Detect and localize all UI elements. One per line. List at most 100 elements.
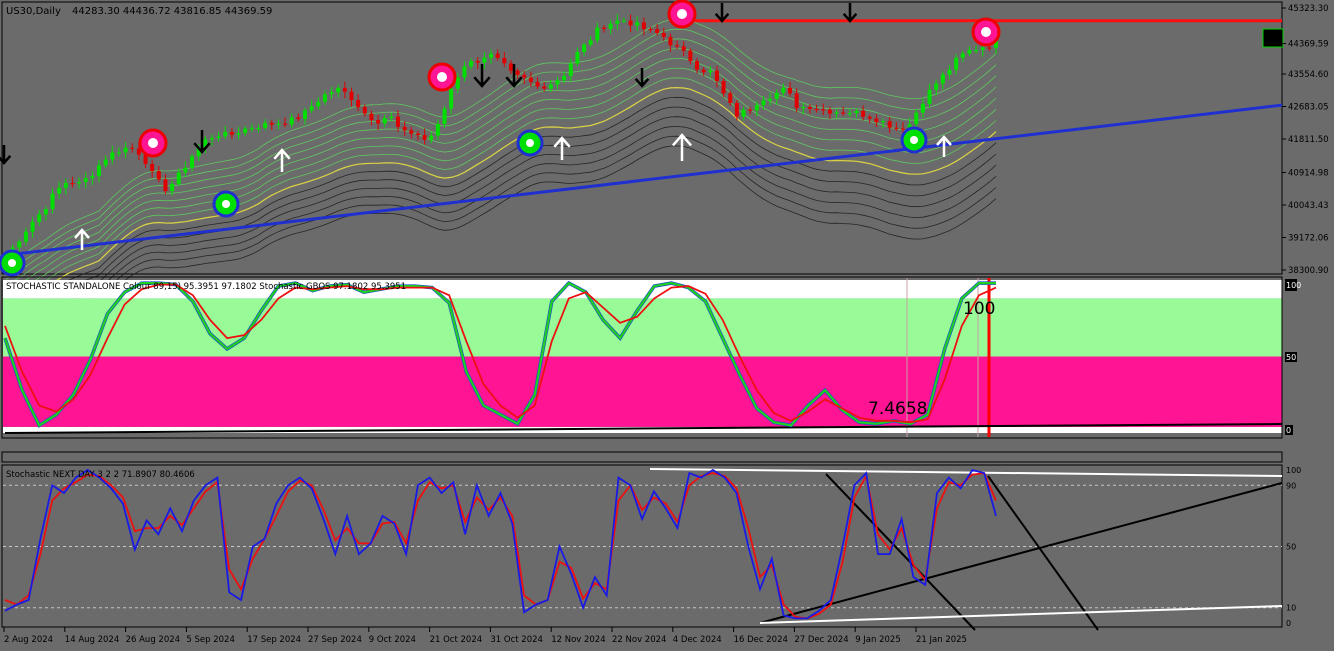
candle-body <box>110 152 115 160</box>
candle-body <box>276 123 281 125</box>
candle-body <box>601 27 606 30</box>
candle-body <box>807 106 812 109</box>
date-tick-label: 27 Dec 2024 <box>794 635 848 645</box>
candle-body <box>296 117 301 120</box>
candle-body <box>741 109 746 117</box>
candle-body <box>920 103 925 113</box>
candle-body <box>628 20 633 26</box>
candle-body <box>170 183 175 192</box>
candle-body <box>635 22 640 26</box>
candle-body <box>987 47 992 49</box>
candle-body <box>256 127 261 130</box>
candle-body <box>229 131 234 135</box>
candle-body <box>701 69 706 73</box>
date-tick-label: 12 Nov 2024 <box>551 635 605 645</box>
candle-body <box>163 179 168 192</box>
candle-body <box>302 110 307 120</box>
next-day-title: Stochastic NEXT DAY 3 2 2 71.8907 80.460… <box>6 470 195 480</box>
candle-body <box>63 182 68 188</box>
candle-body <box>502 58 507 64</box>
candle-body <box>289 117 294 125</box>
pane-separator[interactable] <box>1 451 1283 463</box>
date-tick-label: 9 Oct 2024 <box>369 635 416 645</box>
price-tick-label: 38300.90 <box>1288 266 1329 276</box>
price-tick-label: 44369.59 <box>1288 40 1329 50</box>
date-tick-label: 21 Oct 2024 <box>430 635 483 645</box>
candle-body <box>788 87 793 94</box>
candle-body <box>422 135 427 140</box>
stochastic-zone <box>3 356 1282 427</box>
candle-body <box>329 92 334 95</box>
candle-body <box>595 27 600 41</box>
candle-body <box>947 69 952 75</box>
candle-body <box>50 193 55 210</box>
candle-body <box>70 182 75 185</box>
date-tick-label: 9 Jan 2025 <box>855 635 901 645</box>
candle-body <box>781 87 786 93</box>
stochastic-standalone-pane[interactable]: STOCHASTIC STANDALONE Colour 89,15) 95.3… <box>1 276 1301 439</box>
buy-signal-core <box>526 139 534 147</box>
candle-body <box>681 46 686 51</box>
candle-body <box>356 100 361 108</box>
candle-body <box>967 50 972 54</box>
candle-body <box>482 57 487 63</box>
candle-body <box>867 116 872 119</box>
candle-body <box>827 109 832 114</box>
candle-body <box>874 118 879 123</box>
candle-body <box>688 50 693 62</box>
candle-body <box>249 128 254 130</box>
date-tick-label: 2 Aug 2024 <box>4 635 53 645</box>
next-day-axis-label: 10 <box>1286 604 1296 613</box>
candle-body <box>841 112 846 114</box>
candle-body <box>974 50 979 52</box>
candle-body <box>176 172 181 184</box>
next-day-axis-label: 50 <box>1286 543 1296 552</box>
candle-body <box>396 116 401 127</box>
date-tick-label: 17 Sep 2024 <box>247 635 301 645</box>
candle-body <box>648 28 653 31</box>
current-price-box <box>1262 28 1284 48</box>
candle-body <box>641 22 646 29</box>
buy-signal-core <box>8 259 16 267</box>
candle-body <box>97 165 102 177</box>
candle-body <box>349 91 354 101</box>
price-tick-label: 40914.98 <box>1288 168 1329 178</box>
candle-body <box>322 94 327 102</box>
candle-body <box>774 92 779 99</box>
candle-body <box>814 108 819 111</box>
date-tick-label: 16 Dec 2024 <box>734 635 788 645</box>
candle-body <box>243 128 248 134</box>
candle-body <box>847 113 852 115</box>
next-day-axis-label: 90 <box>1286 481 1296 490</box>
candle-body <box>754 105 759 111</box>
candle-body <box>209 137 214 140</box>
candle-body <box>223 131 228 137</box>
stochastic-title: STOCHASTIC STANDALONE Colour 89,15) 95.3… <box>6 282 406 292</box>
candle-body <box>342 87 347 92</box>
candle-body <box>489 53 494 58</box>
candle-body <box>515 70 520 75</box>
candle-body <box>37 214 42 222</box>
date-tick-label: 26 Aug 2024 <box>126 635 180 645</box>
candle-body <box>455 77 460 89</box>
candle-body <box>190 156 195 168</box>
candle-body <box>940 74 945 84</box>
candle-body <box>821 109 826 111</box>
candle-body <box>23 231 28 242</box>
sell-signal-core <box>148 138 158 148</box>
ohlc-readout: 44283.30 44436.72 43816.85 44369.59 <box>72 6 272 17</box>
candle-body <box>469 61 474 67</box>
candle-body <box>475 61 480 63</box>
date-tick-label: 31 Oct 2024 <box>490 635 543 645</box>
candle-body <box>183 167 188 173</box>
axis-label-0: 0 <box>1286 426 1291 435</box>
candle-body <box>402 126 407 131</box>
candle-body <box>608 23 613 30</box>
candle-body <box>801 106 806 109</box>
candle-body <box>615 20 620 24</box>
price-axis: 45323.30 44369.59 43554.60 42683.05 41811.50… <box>1282 4 1329 276</box>
candle-body <box>382 118 387 124</box>
candle-body <box>236 133 241 135</box>
candle-body <box>980 47 985 51</box>
candle-body <box>376 120 381 124</box>
